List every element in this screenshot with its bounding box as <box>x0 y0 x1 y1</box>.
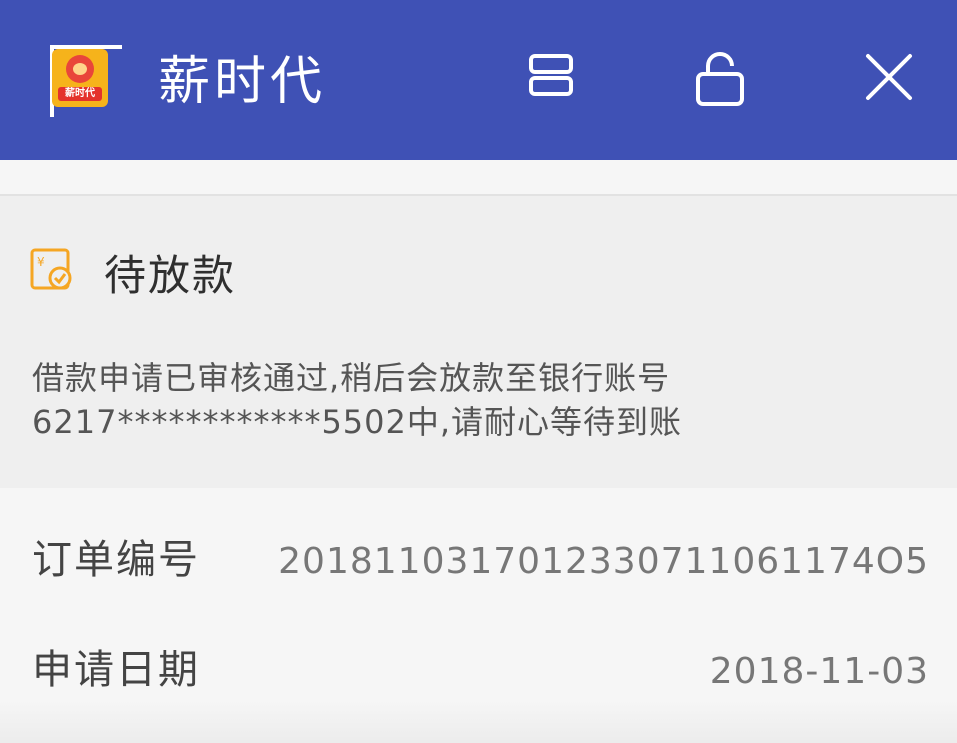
app-logo: 薪时代 <box>50 45 122 117</box>
top-app-bar: 薪时代 薪时代 <box>0 0 957 160</box>
unlock-button[interactable] <box>694 50 750 106</box>
order-number-value: 2018110317012330711061174O5 <box>278 541 929 582</box>
status-description: 借款申请已审核通过,稍后会放款至银行账号 6217************550… <box>32 356 912 444</box>
app-screen: 薪时代 薪时代 ¥ 待放款 借款申请已审核通过,稍后会放款至银行账号 6217*… <box>0 0 957 743</box>
loan-status-card: ¥ 待放款 借款申请已审核通过,稍后会放款至银行账号 6217*********… <box>0 196 957 488</box>
status-description-line: 6217************5502中,请耐心等待到账 <box>32 403 683 441</box>
logo-badge: 薪时代 <box>52 49 108 107</box>
stack-button[interactable] <box>525 50 581 106</box>
header-spacer <box>0 160 957 196</box>
status-description-line: 借款申请已审核通过,稍后会放款至银行账号 <box>32 359 671 397</box>
app-title: 薪时代 <box>158 52 327 112</box>
order-number-row: 订单编号 2018110317012330711061174O5 <box>0 510 957 610</box>
logo-text: 薪时代 <box>58 87 102 101</box>
status-title: 待放款 <box>104 251 237 300</box>
apply-date-label: 申请日期 <box>32 647 200 693</box>
order-number-label: 订单编号 <box>32 537 200 583</box>
bottom-fade <box>0 700 957 743</box>
money-check-icon: ¥ <box>30 248 74 292</box>
unlock-icon <box>696 52 744 106</box>
stack-icon <box>529 54 573 96</box>
svg-text:¥: ¥ <box>37 255 45 269</box>
close-icon <box>866 54 912 100</box>
apply-date-value: 2018-11-03 <box>709 651 929 692</box>
close-button[interactable] <box>862 50 918 106</box>
mascot-icon <box>66 55 94 83</box>
